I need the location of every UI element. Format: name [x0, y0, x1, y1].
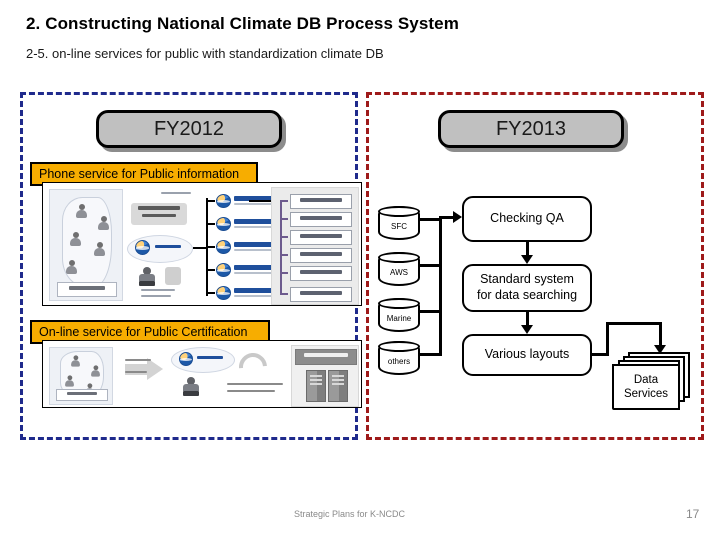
data-services-label: Data Services [623, 373, 669, 400]
fy2012-pill[interactable]: FY2012 [96, 110, 282, 148]
korea-map-caption [56, 389, 108, 401]
korea-map-caption [57, 282, 117, 297]
flow-arrow-icon [147, 358, 163, 380]
map-figure [98, 216, 109, 230]
database-label: Marine [386, 313, 412, 323]
station-item [290, 287, 352, 302]
station-item [290, 212, 352, 227]
kma-globe-icon [135, 240, 150, 255]
box-label: Various layouts [484, 347, 570, 362]
box-standard-system[interactable]: Standard system for data searching [462, 264, 592, 312]
document-sheet-front: Data Services [612, 364, 680, 410]
footer-text: Strategic Plans for K-NCDC [294, 509, 406, 519]
database-others[interactable]: others [377, 340, 420, 375]
map-figure [76, 204, 87, 218]
ars-note-text [161, 192, 191, 194]
arrow-caption [125, 359, 151, 361]
data-services-stack[interactable]: Data Services [612, 352, 690, 410]
station-item [290, 248, 352, 263]
layout-riser-line [606, 322, 609, 356]
std-to-layout-arrow [521, 325, 533, 334]
operator-person-icon [139, 267, 155, 281]
laptop-icon [183, 391, 199, 396]
kma-globe-icon [179, 352, 193, 366]
database-label: SFC [391, 221, 407, 231]
connector-line [249, 200, 271, 202]
box-checking-qa[interactable]: Checking QA [462, 196, 592, 242]
server-icon [306, 370, 326, 402]
phone-service-diagram [42, 182, 362, 306]
station-item [290, 266, 352, 281]
station-item [290, 194, 352, 209]
map-figure [91, 365, 100, 377]
box-label: Standard system for data searching [476, 272, 578, 302]
station-item [290, 230, 352, 245]
process-caption [227, 383, 283, 385]
applicant-person-icon [183, 377, 199, 391]
process-cycle-icon [233, 347, 273, 387]
page-title: 2. Constructing National Climate DB Proc… [26, 14, 459, 33]
qa-to-std-line [526, 242, 529, 256]
server-system-title [295, 349, 357, 365]
map-figure [94, 242, 105, 256]
page-subtitle: 2-5. on-line services for public with st… [26, 46, 384, 61]
std-to-layout-line [526, 312, 529, 326]
footer-page-number: 17 [686, 507, 700, 521]
qa-to-std-arrow [521, 255, 533, 264]
database-marine[interactable]: Marine [377, 297, 420, 332]
db-to-qa-arrow [453, 211, 462, 223]
layout-drop-line [659, 322, 662, 346]
box-label: Checking QA [490, 211, 564, 226]
server-system-panel [291, 345, 359, 407]
hq-representative-number-box [131, 203, 187, 225]
korea-map-phone [49, 189, 123, 301]
station-list-panel [271, 187, 359, 305]
switch-caption [141, 295, 171, 297]
map-figure [70, 232, 81, 246]
process-caption [227, 390, 275, 392]
arrow-caption [125, 371, 147, 373]
database-aws[interactable]: AWS [377, 251, 420, 286]
map-figure [65, 375, 74, 387]
switch-caption [141, 289, 175, 291]
slide-root: 2. Constructing National Climate DB Proc… [0, 0, 720, 540]
database-label: AWS [390, 267, 408, 277]
map-figure [66, 260, 77, 274]
korea-map-online [49, 347, 113, 405]
switch-device-icon [165, 267, 181, 285]
box-various-layouts[interactable]: Various layouts [462, 334, 592, 376]
kma-logo-text [197, 356, 223, 359]
db-bus-line [439, 216, 442, 356]
fy2013-pill[interactable]: FY2013 [438, 110, 624, 148]
layout-top-line [606, 322, 662, 325]
laptop-icon [139, 281, 155, 286]
flow-arrow-tail [125, 364, 147, 375]
map-figure [71, 355, 80, 367]
online-certification-diagram [42, 340, 362, 408]
database-sfc[interactable]: SFC [377, 205, 420, 240]
database-label: others [387, 356, 411, 366]
server-icon [328, 370, 348, 402]
kma-logo-text [155, 245, 181, 248]
connector-line [193, 247, 207, 249]
